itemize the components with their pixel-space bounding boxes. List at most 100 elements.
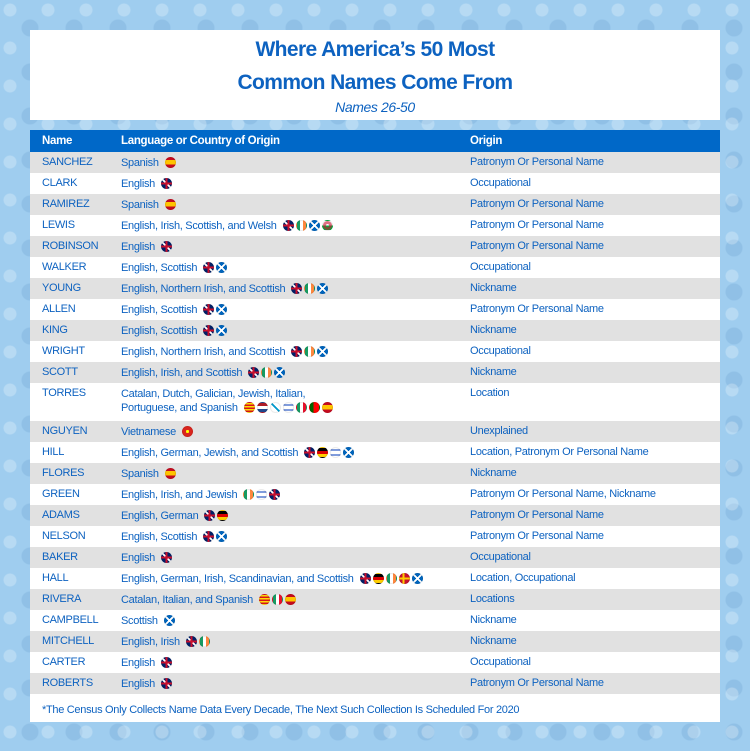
table-row: YOUNG English, Northern Irish, and Scott… bbox=[30, 278, 720, 299]
flag-uk-icon bbox=[359, 573, 371, 584]
flags bbox=[258, 594, 298, 609]
language-cell: Vietnamese bbox=[121, 421, 470, 442]
origin-cell: Occupational bbox=[470, 345, 531, 357]
header-language: Language or Country of Origin bbox=[121, 135, 280, 147]
name-cell: WRIGHT bbox=[42, 345, 85, 357]
language-text: Catalan, Italian, and Spanish bbox=[121, 594, 253, 606]
table-row: ROBERTS English Patronym Or Personal Nam… bbox=[30, 673, 720, 694]
language-text: English, German, Irish, Scandinavian, an… bbox=[121, 573, 354, 585]
flag-uk-icon bbox=[203, 531, 215, 542]
origin-cell: Location bbox=[470, 387, 510, 399]
flag-uk-icon bbox=[203, 325, 215, 336]
name-cell: KING bbox=[42, 324, 68, 336]
name-cell: NELSON bbox=[42, 530, 86, 542]
language-cell: English bbox=[121, 673, 470, 694]
flag-ie-icon bbox=[304, 283, 316, 294]
language-cell: Catalan, Italian, and Spanish bbox=[121, 589, 470, 610]
table-row: LEWIS English, Irish, Scottish, and Wels… bbox=[30, 215, 720, 236]
name-cell: CARTER bbox=[42, 656, 86, 668]
flags bbox=[248, 367, 287, 382]
language-cell: English bbox=[121, 547, 470, 568]
flags bbox=[243, 402, 335, 417]
name-cell: HALL bbox=[42, 572, 69, 584]
flag-il-icon bbox=[282, 402, 294, 413]
flag-uk-icon bbox=[204, 510, 216, 521]
name-cell: YOUNG bbox=[42, 282, 81, 294]
table-row: CAMPBELL Scottish Nickname bbox=[30, 610, 720, 631]
origin-cell: Occupational bbox=[470, 177, 531, 189]
language-text: English bbox=[121, 552, 155, 564]
name-cell: ALLEN bbox=[42, 303, 76, 315]
language-cell: English, Irish, and Scottish bbox=[121, 362, 470, 383]
flag-sct-icon bbox=[308, 220, 320, 231]
flag-es-icon bbox=[321, 402, 333, 413]
language-cell: English, Irish, and Jewish bbox=[121, 484, 470, 505]
table-row: NGUYEN Vietnamese Unexplained bbox=[30, 421, 720, 442]
flag-ie-icon bbox=[243, 489, 255, 500]
name-cell: ROBERTS bbox=[42, 677, 93, 689]
flag-il-icon bbox=[330, 447, 342, 458]
flags bbox=[282, 220, 335, 235]
language-cell: English, Scottish bbox=[121, 299, 470, 320]
language-cell: English, Scottish bbox=[121, 320, 470, 341]
flag-ie-icon bbox=[261, 367, 273, 378]
origin-cell: Nickname bbox=[470, 324, 517, 336]
flag-de-icon bbox=[317, 447, 329, 458]
language-cell: English, German, Irish, Scandinavian, an… bbox=[121, 568, 470, 589]
flag-it-icon bbox=[271, 594, 283, 605]
flag-sct-icon bbox=[216, 304, 228, 315]
origin-cell: Patronym Or Personal Name bbox=[470, 509, 604, 521]
table-header: Name Language or Country of Origin Origi… bbox=[30, 130, 720, 152]
subtitle: Names 26-50 bbox=[335, 99, 415, 115]
origin-cell: Unexplained bbox=[470, 425, 528, 437]
flag-uk-icon bbox=[203, 304, 215, 315]
table-body: SANCHEZ Spanish Patronym Or Personal Nam… bbox=[30, 152, 720, 694]
name-cell: NGUYEN bbox=[42, 425, 88, 437]
flag-nl-icon bbox=[256, 402, 268, 413]
language-text: Spanish bbox=[121, 199, 159, 211]
flag-uk-icon bbox=[160, 178, 172, 189]
flag-gal-icon bbox=[269, 402, 281, 413]
table-row: BAKER English Occupational bbox=[30, 547, 720, 568]
flags bbox=[291, 346, 330, 361]
origin-cell: Nickname bbox=[470, 467, 517, 479]
flag-wls-icon bbox=[321, 220, 333, 231]
flag-sct-icon bbox=[216, 262, 228, 273]
name-cell: LEWIS bbox=[42, 219, 75, 231]
language-text: English, Scottish bbox=[121, 262, 198, 274]
language-text: English, Irish, Scottish, and Welsh bbox=[121, 220, 277, 232]
flags bbox=[291, 283, 330, 298]
language-text: English, Scottish bbox=[121, 304, 198, 316]
flag-es-icon bbox=[164, 199, 176, 210]
language-text: English, Northern Irish, and Scottish bbox=[121, 346, 286, 358]
flags bbox=[204, 510, 230, 525]
language-cell: English bbox=[121, 236, 470, 257]
language-cell: Spanish bbox=[121, 152, 470, 173]
table-row: RAMIREZ Spanish Patronym Or Personal Nam… bbox=[30, 194, 720, 215]
language-text: English, Northern Irish, and Scottish bbox=[121, 283, 286, 295]
name-cell: ADAMS bbox=[42, 509, 80, 521]
language-text: Vietnamese bbox=[121, 426, 176, 438]
flags bbox=[181, 426, 195, 441]
table-row: GREEN English, Irish, and Jewish Patrony… bbox=[30, 484, 720, 505]
origin-cell: Location, Patronym Or Personal Name bbox=[470, 446, 649, 458]
title-line-1: Where America’s 50 Most bbox=[255, 38, 495, 61]
table-row: ALLEN English, Scottish Patronym Or Pers… bbox=[30, 299, 720, 320]
flag-uk-icon bbox=[304, 447, 316, 458]
flag-es-icon bbox=[164, 157, 176, 168]
language-text: English bbox=[121, 241, 155, 253]
origin-cell: Patronym Or Personal Name bbox=[470, 240, 604, 252]
origin-cell: Patronym Or Personal Name bbox=[470, 303, 604, 315]
language-cell: English, German, Jewish, and Scottish bbox=[121, 442, 470, 463]
flag-pt-icon bbox=[308, 402, 320, 413]
table-row: HALL English, German, Irish, Scandinavia… bbox=[30, 568, 720, 589]
flag-sca-icon bbox=[398, 573, 410, 584]
language-cell: English bbox=[121, 652, 470, 673]
flag-uk-icon bbox=[282, 220, 294, 231]
flag-es-icon bbox=[284, 594, 296, 605]
language-cell: English bbox=[121, 173, 470, 194]
flag-it-icon bbox=[295, 402, 307, 413]
language-text: English, Irish, and Jewish bbox=[121, 489, 238, 501]
flag-es-icon bbox=[164, 468, 176, 479]
flags bbox=[185, 636, 212, 651]
